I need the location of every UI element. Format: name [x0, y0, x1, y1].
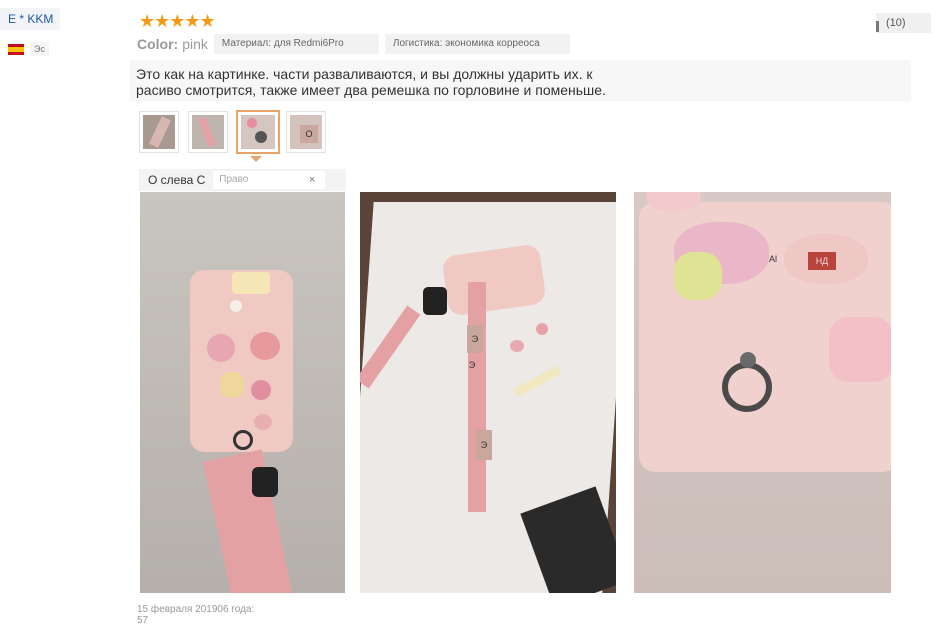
helpful-count: (10) — [886, 17, 906, 29]
cake-decoration — [829, 317, 891, 382]
close-icon[interactable]: × — [309, 171, 315, 189]
bear-decoration — [250, 332, 280, 360]
keyring — [233, 430, 253, 450]
thumbnail-label: О — [300, 125, 318, 143]
waffle-cone-decoration — [674, 252, 722, 300]
image-tag: Э — [476, 430, 492, 460]
review-text: Это как на картинке. части разваливаются… — [130, 60, 911, 101]
color-value: pink — [182, 36, 208, 52]
lanyard-strap — [203, 449, 293, 593]
review-photo-2[interactable]: Э Э Э — [360, 192, 616, 593]
image-tag: Al — [768, 254, 777, 264]
candy-sign-decoration — [232, 272, 270, 294]
review-photo-1[interactable] — [140, 192, 345, 593]
phone-ring-holder — [722, 362, 772, 412]
cookie-decoration — [251, 380, 271, 400]
rotate-right-label: Право — [219, 174, 249, 185]
image-rotate-bar: О слева С Право × — [139, 169, 346, 191]
logistics-info: Логистика: экономика корреоса — [384, 34, 570, 54]
reviewer-name[interactable]: E * KKM — [0, 8, 60, 30]
review-thumbnail-4[interactable]: О — [286, 111, 326, 153]
review-date-count: 57 — [137, 615, 149, 626]
spain-flag-icon — [8, 43, 24, 55]
color-label: Color: — [137, 36, 179, 52]
review-text-line: расиво смотрится, также имеет два ремешк… — [136, 82, 606, 98]
phone-case — [190, 270, 293, 452]
review-thumbnail-2[interactable] — [188, 111, 228, 153]
review-photo-3[interactable]: Al НД — [634, 192, 891, 593]
image-tag: Э — [468, 360, 476, 370]
review-date-text: 15 февраля 201906 года: — [137, 604, 255, 615]
lanyard-strap-long — [468, 282, 486, 512]
image-tag: Э — [467, 325, 483, 353]
country-code: Эс — [30, 42, 49, 56]
bear-decoration — [510, 340, 524, 352]
donut-decoration — [207, 334, 235, 362]
active-thumbnail-caret-icon — [250, 156, 262, 162]
material-info: Материал: для Redmi6Pro — [213, 34, 379, 54]
image-tag: НД — [808, 252, 836, 270]
rotate-left-button[interactable]: О слева С — [139, 173, 213, 187]
strap-clasp — [252, 467, 278, 497]
bear-head-decoration — [254, 414, 272, 430]
reviewer-country: Эс — [8, 40, 49, 58]
rotate-right-button[interactable]: Право × — [213, 171, 326, 189]
ice-cream-decoration — [220, 372, 244, 398]
review-meta: Color: pink Материал: для Redmi6Pro Логи… — [137, 34, 570, 54]
strap-clasp — [423, 287, 447, 315]
review-thumbnail-3[interactable] — [236, 110, 280, 154]
review-thumbnail-1[interactable] — [139, 111, 179, 153]
thumb-bar-icon — [876, 21, 879, 32]
review-date: 15 февраля 201906 года: 57 — [137, 604, 254, 626]
review-text-line: Это как на картинке. части разваливаются… — [136, 66, 593, 82]
donut-decoration — [536, 323, 548, 335]
helpful-counter[interactable]: (10) — [876, 13, 931, 33]
camera-hole — [230, 300, 242, 312]
ring-hinge — [740, 352, 756, 368]
star-rating: ★★★★★ — [139, 11, 216, 31]
